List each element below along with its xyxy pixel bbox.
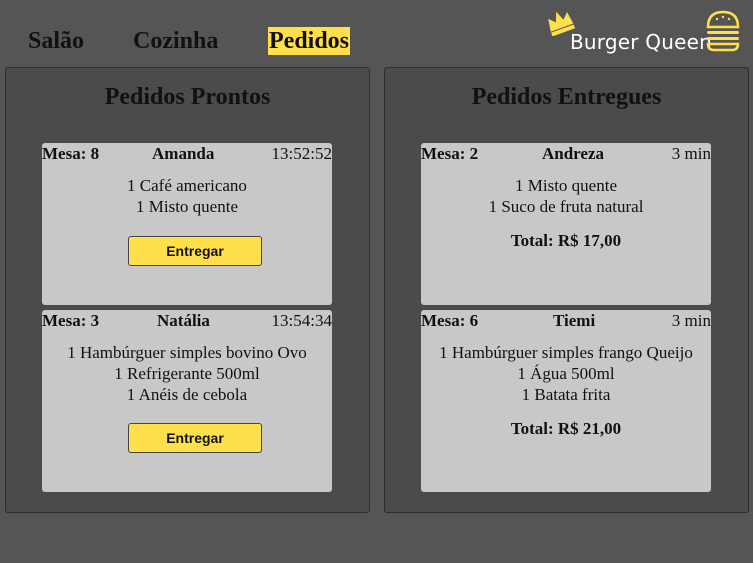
order-items: 1 Hambúrguer simples bovino Ovo 1 Refrig… [42,342,332,405]
order-items: 1 Hambúrguer simples frango Queijo 1 Águ… [421,342,711,405]
order-item: 1 Misto quente [136,197,238,216]
order-header: Mesa: 6 Tiemi 3 min [421,310,711,332]
order-items: 1 Café americano 1 Misto quente [42,175,332,217]
order-table: Mesa: 3 [42,311,100,330]
deliver-button[interactable]: Entregar [128,423,262,453]
order-card: Mesa: 2 Andreza 3 min 1 Misto quente 1 S… [421,143,711,305]
order-table: Mesa: 8 [42,144,100,163]
order-total: Total: R$ 21,00 [510,419,622,438]
order-time: 3 min [671,144,711,163]
deliver-button[interactable]: Entregar [128,236,262,266]
order-header: Mesa: 3 Natália 13:54:34 [42,310,332,332]
nav-cozinha[interactable]: Cozinha [133,27,218,55]
order-time: 3 min [671,311,711,330]
order-item: 1 Água 500ml [517,364,615,383]
order-table: Mesa: 2 [421,144,479,163]
order-card: Mesa: 3 Natália 13:54:34 1 Hambúrguer si… [42,310,332,492]
order-item: 1 Hambúrguer simples frango Queijo [439,343,693,362]
order-card: Mesa: 8 Amanda 13:52:52 1 Café americano… [42,143,332,305]
top-nav: Salão Cozinha Pedidos Burger Queen [0,0,753,62]
order-client: Andreza [542,144,605,163]
order-client: Tiemi [553,311,596,330]
order-item: 1 Misto quente [515,176,617,195]
delivered-orders-panel: Pedidos Entregues Mesa: 2 Andreza 3 min … [384,67,749,513]
ready-panel-title: Pedidos Prontos [104,84,271,110]
order-item: 1 Anéis de cebola [126,385,248,404]
order-item: 1 Suco de fruta natural [488,197,644,216]
order-table: Mesa: 6 [421,311,479,330]
delivered-panel-title: Pedidos Entregues [471,84,662,110]
order-card: Mesa: 6 Tiemi 3 min 1 Hambúrguer simples… [421,310,711,492]
order-time: 13:54:34 [271,311,332,330]
order-header: Mesa: 2 Andreza 3 min [421,143,711,165]
order-total: Total: R$ 17,00 [510,231,622,250]
order-item: 1 Refrigerante 500ml [114,364,260,383]
order-header: Mesa: 8 Amanda 13:52:52 [42,143,332,165]
brand-name: Burger Queen [570,30,712,54]
order-client: Amanda [152,144,215,163]
nav-pedidos[interactable]: Pedidos [268,27,351,55]
order-item: 1 Café americano [127,176,247,195]
ready-orders-panel: Pedidos Prontos Mesa: 8 Amanda 13:52:52 … [5,67,370,513]
order-item: 1 Batata frita [521,385,611,404]
order-items: 1 Misto quente 1 Suco de fruta natural [421,175,711,217]
burger-icon [706,10,740,52]
nav-salao[interactable]: Salão [28,27,84,55]
order-item: 1 Hambúrguer simples bovino Ovo [67,343,307,362]
order-time: 13:52:52 [271,144,332,163]
order-client: Natália [157,311,210,330]
